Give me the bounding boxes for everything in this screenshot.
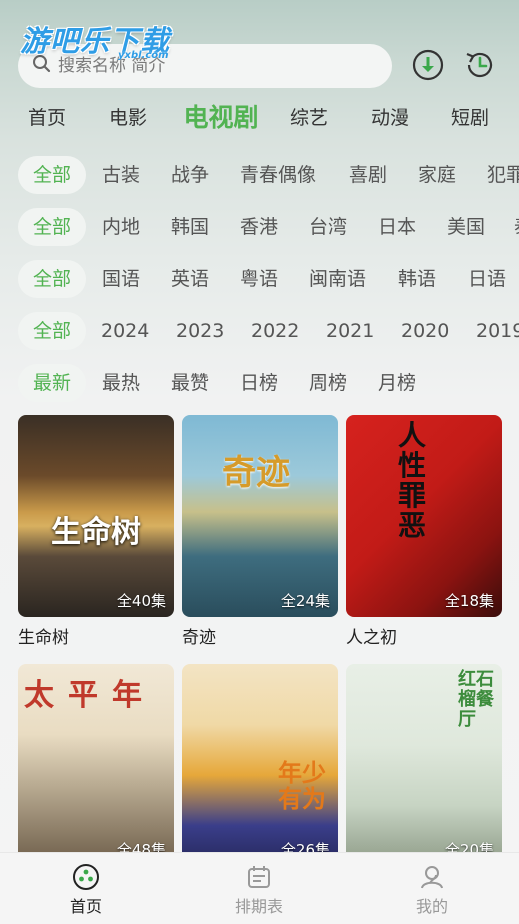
poster-image: 太平年 全48集	[18, 664, 174, 866]
region-chip[interactable]: 美国	[447, 208, 485, 246]
genre-chip[interactable]: 全部	[18, 156, 86, 194]
region-chip[interactable]: 台湾	[309, 208, 347, 246]
episode-count: 全18集	[444, 592, 494, 610]
tab-anime[interactable]: 动漫	[371, 98, 409, 138]
genre-chip[interactable]: 喜剧	[349, 156, 387, 194]
profile-icon	[392, 863, 472, 891]
download-icon[interactable]	[411, 48, 445, 82]
genre-chip[interactable]: 战争	[171, 156, 209, 194]
genre-filter-row: 全部 古装 战争 青春偶像 喜剧 家庭 犯罪	[0, 156, 519, 196]
tab-movies[interactable]: 电影	[109, 98, 147, 138]
sort-chip[interactable]: 周榜	[309, 364, 347, 402]
language-chip[interactable]: 韩语	[398, 260, 436, 298]
poster-title-art: 生命树	[51, 515, 141, 550]
genre-chip[interactable]: 古装	[102, 156, 140, 194]
region-chip[interactable]: 全部	[18, 208, 86, 246]
tab-home-bottom[interactable]: 首页	[46, 863, 126, 917]
year-filter-row: 全部 2024 2023 2022 2021 2020 2019	[0, 312, 519, 352]
region-chip[interactable]: 日本	[378, 208, 416, 246]
poster-title-art: 人性罪恶	[398, 419, 427, 542]
category-tabs: 首页 电影 电视剧 综艺 动漫 短剧	[0, 98, 519, 138]
language-chip[interactable]: 国语	[102, 260, 140, 298]
show-card[interactable]: 太平年 全48集	[18, 664, 174, 872]
tab-variety[interactable]: 综艺	[290, 98, 328, 138]
sort-filter-row: 最新 最热 最赞 日榜 周榜 月榜	[0, 364, 519, 404]
sort-chip[interactable]: 最新	[18, 364, 86, 402]
language-chip[interactable]: 英语	[171, 260, 209, 298]
poster-title-art: 年少有为	[278, 759, 326, 813]
genre-chip[interactable]: 犯罪	[487, 156, 519, 194]
watermark-url: yxbl.com	[118, 50, 169, 61]
show-card[interactable]: 人性罪恶 全18集 人之初	[346, 415, 502, 648]
show-card[interactable]: 生命树 全40集 生命树	[18, 415, 174, 648]
region-filter-row: 全部 内地 韩国 香港 台湾 日本 美国 泰	[0, 208, 519, 248]
poster-title-art: 红石榴餐厅	[458, 669, 494, 730]
episode-count: 全24集	[280, 592, 330, 610]
episode-count: 全40集	[116, 592, 166, 610]
poster-image: 奇迹 全24集	[182, 415, 338, 617]
show-card[interactable]: 奇迹 全24集 奇迹	[182, 415, 338, 648]
genre-chip[interactable]: 青春偶像	[240, 156, 316, 194]
sort-chip[interactable]: 日榜	[240, 364, 278, 402]
history-icon[interactable]	[463, 48, 497, 82]
poster-image: 年少有为 全26集	[182, 664, 338, 866]
year-chip[interactable]: 2019	[476, 312, 519, 350]
poster-title-art: 太平年	[24, 678, 156, 713]
region-chip[interactable]: 韩国	[171, 208, 209, 246]
year-chip[interactable]: 全部	[18, 312, 86, 350]
tab-label: 我的	[415, 897, 448, 916]
show-title: 生命树	[18, 628, 69, 648]
tab-short-drama[interactable]: 短剧	[451, 98, 489, 138]
show-card[interactable]: 年少有为 全26集	[182, 664, 338, 872]
year-chip[interactable]: 2021	[326, 312, 374, 350]
language-chip[interactable]: 闽南语	[309, 260, 366, 298]
tab-label: 首页	[69, 897, 102, 916]
calendar-icon	[219, 863, 299, 891]
genre-chip[interactable]: 家庭	[418, 156, 456, 194]
sort-chip[interactable]: 最赞	[171, 364, 209, 402]
language-chip[interactable]: 全部	[18, 260, 86, 298]
tab-schedule[interactable]: 排期表	[219, 863, 299, 917]
language-filter-row: 全部 国语 英语 粤语 闽南语 韩语 日语	[0, 260, 519, 300]
region-chip[interactable]: 香港	[240, 208, 278, 246]
poster-image: 生命树 全40集	[18, 415, 174, 617]
home-icon	[46, 863, 126, 891]
language-chip[interactable]: 粤语	[240, 260, 278, 298]
year-chip[interactable]: 2022	[251, 312, 299, 350]
tab-home[interactable]: 首页	[28, 98, 66, 138]
bottom-tab-bar: 首页 排期表 我的	[0, 852, 519, 924]
region-chip[interactable]: 内地	[102, 208, 140, 246]
year-chip[interactable]: 2020	[401, 312, 449, 350]
poster-title-art: 奇迹	[222, 453, 290, 493]
poster-image: 红石榴餐厅 全20集	[346, 664, 502, 866]
sort-chip[interactable]: 月榜	[378, 364, 416, 402]
show-title: 奇迹	[182, 628, 216, 648]
show-title: 人之初	[346, 628, 397, 648]
language-chip[interactable]: 日语	[468, 260, 506, 298]
tab-tv-series[interactable]: 电视剧	[183, 98, 258, 138]
show-card[interactable]: 红石榴餐厅 全20集	[346, 664, 502, 872]
year-chip[interactable]: 2023	[176, 312, 224, 350]
sort-chip[interactable]: 最热	[102, 364, 140, 402]
tab-profile[interactable]: 我的	[392, 863, 472, 917]
year-chip[interactable]: 2024	[101, 312, 149, 350]
region-chip[interactable]: 泰	[514, 208, 519, 246]
poster-image: 人性罪恶 全18集	[346, 415, 502, 617]
tab-label: 排期表	[234, 897, 283, 916]
